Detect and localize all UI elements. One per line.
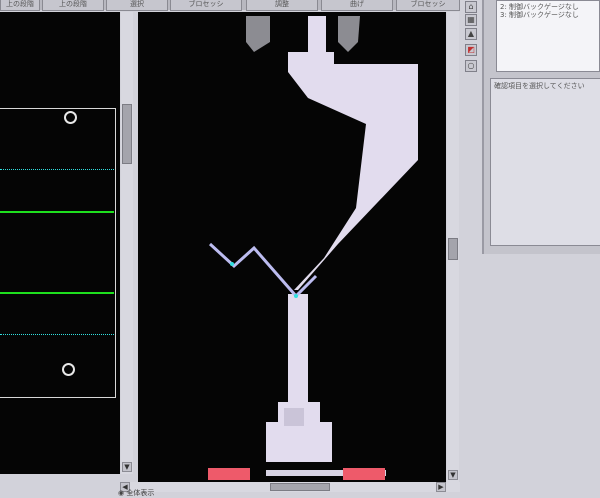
toolbar-button-1[interactable]: 上の段階 — [0, 0, 40, 11]
grid-line-dotted-top — [0, 169, 114, 170]
toolbar-button-3[interactable]: 選択 — [106, 0, 168, 11]
sheet-metal — [208, 242, 318, 299]
press-brake-drawing — [208, 16, 418, 480]
backgauge-marker-left — [208, 468, 250, 480]
grid-line-dotted-bottom — [0, 334, 114, 335]
grid-line-green-1 — [0, 211, 114, 213]
toolbar: 上の段階 上の段階 選択 ブロセッシ 調整 曲げ ブロセッシ — [0, 0, 460, 11]
right-panel: 2: 制御バックゲージなし 3: 制御バックゲージなし 確認項目を選択してくださ… — [482, 0, 600, 254]
toolbar-button-4[interactable]: ブロセッシ — [170, 0, 242, 11]
graph-vertical-scrollbar[interactable]: ▼ — [121, 12, 133, 474]
scroll-thumb[interactable] — [448, 238, 458, 260]
toolbar-button-2[interactable]: 上の段階 — [42, 0, 104, 11]
upper-punch — [288, 16, 418, 290]
circle-marker-icon[interactable] — [64, 111, 77, 124]
tool-button-4[interactable]: ◩ — [465, 44, 477, 56]
upper-clamp-right — [338, 16, 360, 52]
job-list[interactable]: 2: 制御バックゲージなし 3: 制御バックゲージなし — [496, 0, 600, 72]
tool-button-5[interactable]: ○ — [465, 60, 477, 72]
scroll-thumb[interactable] — [122, 104, 132, 164]
sheet-bend-point — [230, 262, 234, 266]
backgauge-marker-right — [343, 468, 385, 480]
die-shoulder — [284, 408, 304, 426]
scroll-down-arrow-icon[interactable]: ▼ — [122, 462, 132, 472]
lower-die — [266, 294, 332, 462]
hint-text: 確認項目を選択してください — [494, 82, 585, 90]
graph-frame — [0, 108, 116, 398]
scroll-down-arrow-icon[interactable]: ▼ — [448, 470, 458, 480]
canvas-vertical-scrollbar[interactable]: ▼ — [447, 12, 459, 482]
upper-clamp-left — [246, 16, 270, 52]
list-item[interactable]: 3: 制御バックゲージなし — [500, 11, 596, 19]
grid-line-green-2 — [0, 292, 114, 294]
tool-button-3[interactable]: ▲ — [465, 28, 477, 40]
view-option-label[interactable]: ◉ 全体表示 — [118, 489, 154, 498]
bending-canvas[interactable] — [138, 12, 446, 482]
status-bar: ◉ 全体表示 — [0, 488, 460, 498]
list-item[interactable]: 2: 制御バックゲージなし — [500, 3, 596, 11]
tool-button-1[interactable]: ⌂ — [465, 1, 477, 13]
toolbar-button-6[interactable]: 曲げ — [321, 0, 393, 11]
tool-button-2[interactable]: ▦ — [465, 14, 477, 26]
toolbar-button-5[interactable]: 調整 — [246, 0, 318, 11]
toolbar-button-7[interactable]: ブロセッシ — [396, 0, 460, 11]
hint-box: 確認項目を選択してください — [490, 78, 600, 246]
circle-marker-icon[interactable] — [62, 363, 75, 376]
graph-view — [0, 12, 120, 474]
sheet-bend-point — [294, 294, 298, 298]
